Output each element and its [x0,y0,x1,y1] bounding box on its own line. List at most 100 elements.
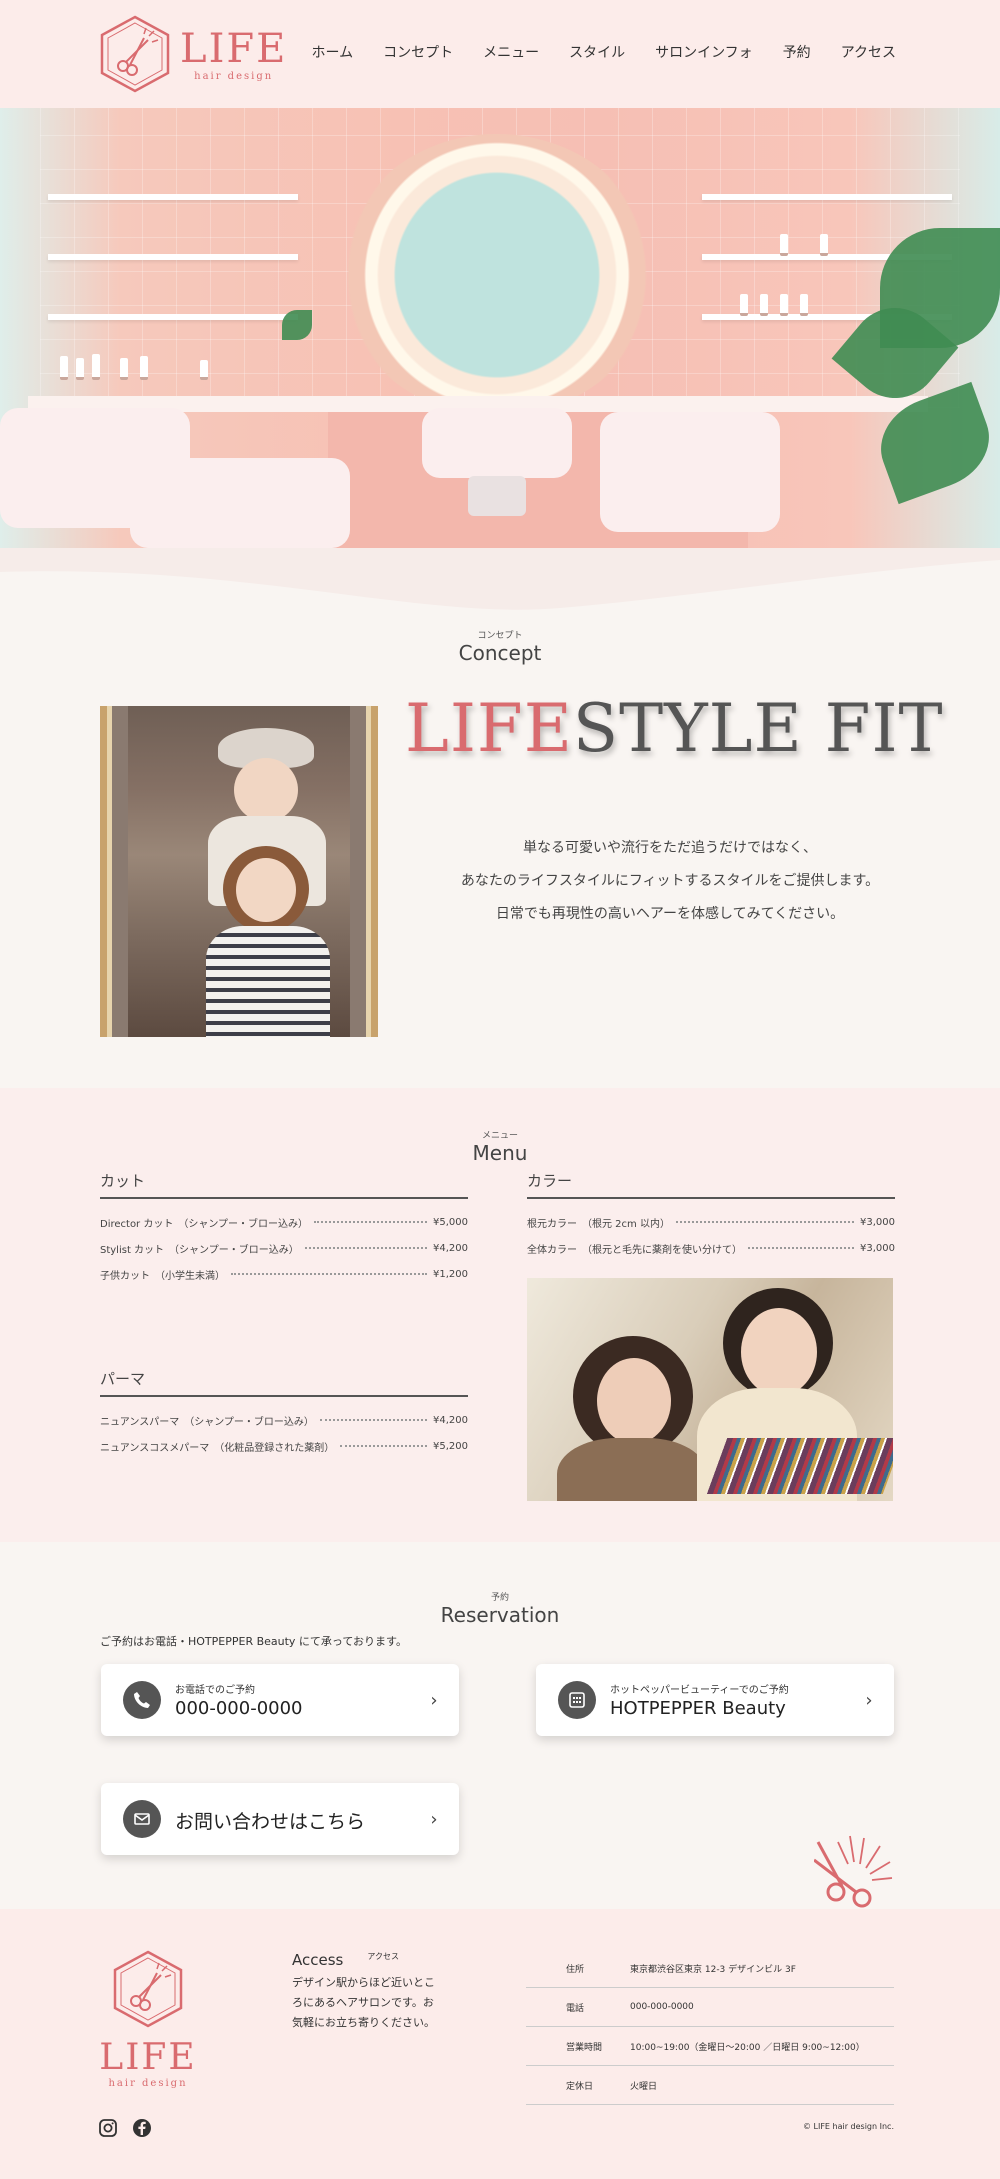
leader-dots [304,1247,427,1249]
client-face [236,858,296,922]
reservation-note: ご予約はお電話・HOTPEPPER Beauty にて承っております。 [100,1635,407,1648]
contact-label: お問い合わせはこちら [175,1810,366,1833]
stylist-face [741,1308,817,1396]
info-key: 営業時間 [566,2042,603,2053]
nav-reservation[interactable]: 予約 [783,42,811,62]
chevron-right-icon: › [865,1689,873,1711]
logo-name: LIFE [180,25,288,72]
info-value: 000-000-0000 [630,2002,694,2012]
concept-line: 単なる可愛いや流行をただ追うだけではなく、 [523,840,817,856]
client-face [597,1358,671,1444]
product-bottle [140,356,148,380]
concept-tagline: LIFESTYLE FIT [405,690,944,767]
shampoo-chair [130,458,350,548]
site-logo[interactable]: LIFE hair design [98,14,287,94]
menu-item-price: ¥4,200 [433,1414,468,1426]
phone-reservation-card[interactable]: お電話でのご予約 000-000-0000 › [101,1664,459,1736]
phone-number: 000-000-0000 [175,1698,303,1719]
plant [282,310,312,340]
product-bottle [60,356,68,380]
reservation-label: Reservation [440,1603,560,1627]
site-header: LIFE hair design ホーム コンセプト メニュー スタイル サロン… [0,0,1000,108]
nav-style[interactable]: スタイル [569,42,625,62]
menu-item-name: ニュアンスパーマ （シャンプー・ブロー込み） [100,1416,314,1428]
hotpepper-name: HOTPEPPER Beauty [610,1698,786,1719]
hexagon-scissors-logo-icon [113,1950,183,2028]
menu-item-name: 子供カット （小学生未満） [100,1270,225,1282]
info-row: 定休日 火曜日 [526,2066,894,2105]
menu-item: ニュアンスパーマ （シャンプー・ブロー込み） ¥4,200 [100,1407,468,1433]
menu-item-price: ¥5,200 [433,1440,468,1452]
instagram-icon[interactable] [98,2118,118,2138]
hair-color-swatch-chart [706,1438,893,1494]
access-block: Access アクセス デザイン駅からほど近いところにあるヘアサロンです。お気軽に… [292,1951,442,2033]
stylist-face [234,758,298,822]
chevron-right-icon: › [430,1808,438,1830]
chair-base [468,476,526,516]
scissors-icon [814,1835,893,1908]
social-links [98,2118,152,2138]
client-body [557,1438,707,1501]
product-bottle [780,234,788,256]
tagline-rest: STYLE FIT [572,690,944,767]
phone-icon [123,1681,161,1719]
footer-logo-subtitle: hair design [108,2078,188,2089]
main-nav: ホーム コンセプト メニュー スタイル サロンインフォ 予約 アクセス [312,42,897,62]
calendar-icon [558,1681,596,1719]
product-bottle [800,294,808,316]
nav-salon-info[interactable]: サロンインフォ [655,42,753,62]
footer-logo[interactable]: LIFE hair design [96,1949,200,2089]
salon-info-table: 住所 東京都渋谷区東京 12-3 デザインビル 3F 電話 000-000-0000… [526,1949,894,2105]
access-text: デザイン駅からほど近いところにあるヘアサロンです。お気軽にお立ち寄りください。 [292,1976,435,2029]
chevron-right-icon: › [430,1689,438,1711]
info-row: 住所 東京都渋谷区東京 12-3 デザインビル 3F [526,1949,894,1988]
info-key: 住所 [566,1964,585,1975]
salon-chair [422,408,572,478]
hotpepper-reservation-card[interactable]: ホットペッパービューティーでのご予約 HOTPEPPER Beauty › [536,1664,894,1736]
round-mirror [340,134,654,416]
menu-label: Menu [472,1141,528,1165]
leader-dots [231,1273,427,1275]
info-row: 営業時間 10:00~19:00（金曜日～20:00 ／日曜日 9:00~12:0… [526,2027,894,2066]
menu-heading: メニュー Menu [0,1128,1000,1165]
info-row: 電話 000-000-0000 [526,1988,894,2027]
menu-perm-title: パーマ [100,1368,468,1397]
hexagon-scissors-logo-icon [100,15,170,93]
product-bottle [120,358,128,380]
concept-label: Concept [458,641,542,665]
concept-heading: コンセプト Concept [0,628,1000,665]
menu-item-price: ¥1,200 [433,1268,468,1280]
menu-cut-title: カット [100,1170,468,1199]
info-value: 東京都渋谷区東京 12-3 デザインビル 3F [630,1964,796,1975]
menu-perm: パーマ ニュアンスパーマ （シャンプー・ブロー込み） ¥4,200 ニュアンスコス… [100,1368,468,1459]
logo-subtitle: hair design [194,70,274,82]
concept-label-small: コンセプト [477,631,523,641]
menu-item: 全体カラー （根元と毛先に薬剤を使い分けて） ¥3,000 [527,1235,895,1261]
nav-home[interactable]: ホーム [312,42,354,62]
menu-item-price: ¥3,000 [860,1216,895,1228]
page: LIFE hair design ホーム コンセプト メニュー スタイル サロン… [0,0,1000,2179]
product-bottle [740,294,748,316]
menu-item: Director カット （シャンプー・ブロー込み） ¥5,000 [100,1209,468,1235]
reservation-label-small: 予約 [490,1593,509,1603]
shelf [48,314,298,320]
nav-access[interactable]: アクセス [841,42,896,62]
access-title: Access アクセス [292,1951,442,1969]
leader-dots [748,1247,854,1249]
facebook-icon[interactable] [132,2118,152,2138]
hero-image [0,108,1000,620]
info-key: 定休日 [566,2081,594,2092]
product-bottle [92,354,100,380]
contact-card[interactable]: お問い合わせはこちら › [101,1783,459,1855]
product-bottle [76,358,84,380]
menu-item: ニュアンスコスメパーマ （化粧品登録された薬剤） ¥5,200 [100,1433,468,1459]
product-bottle [820,234,828,256]
nav-concept[interactable]: コンセプト [383,42,453,62]
menu-color-title: カラー [527,1170,895,1199]
menu-item-price: ¥4,200 [433,1242,468,1254]
salon-chair [600,412,780,532]
leader-dots [340,1445,427,1447]
tagline-accent: LIFE [405,690,573,767]
shelf [702,194,952,200]
nav-menu[interactable]: メニュー [483,42,539,62]
